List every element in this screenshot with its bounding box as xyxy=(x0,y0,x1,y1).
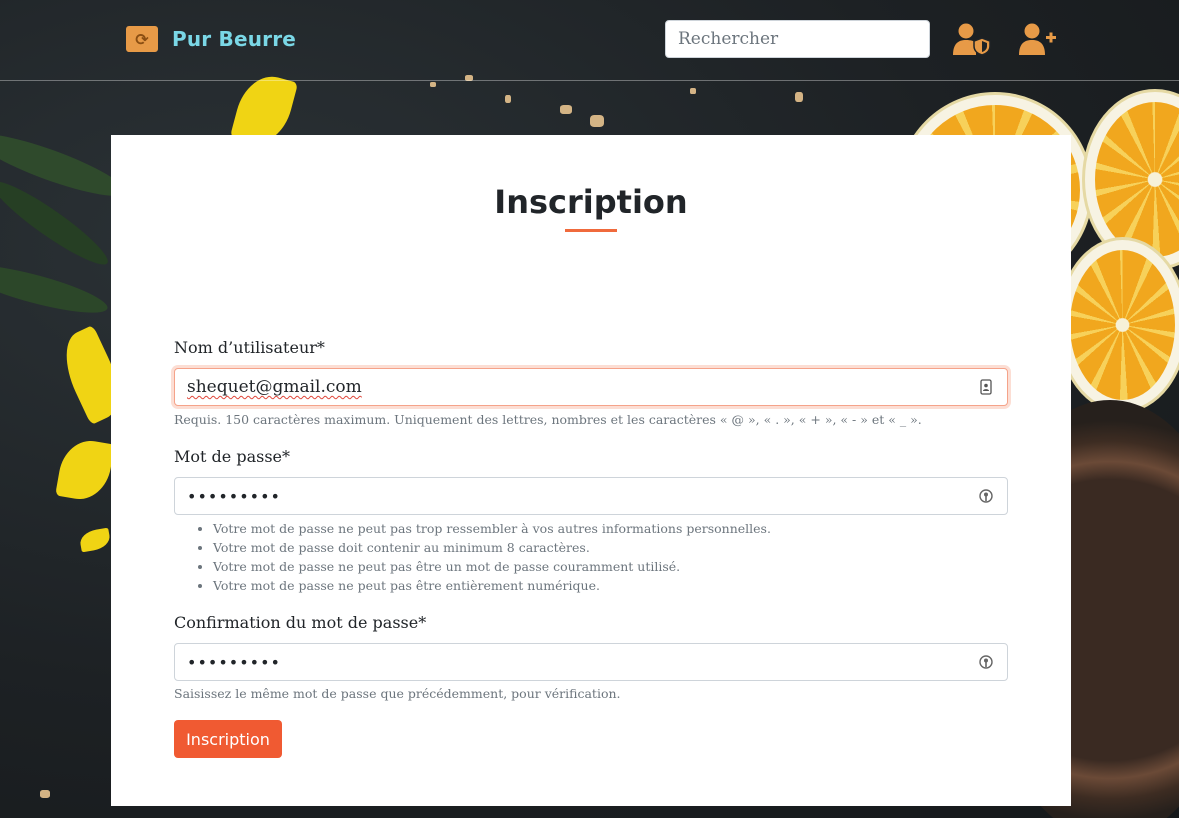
key-icon[interactable] xyxy=(977,487,995,505)
refresh-logo-icon: ⟳ xyxy=(126,26,158,52)
username-help: Requis. 150 caractères maximum. Uniqueme… xyxy=(174,412,922,427)
username-value: shequet@gmail.com xyxy=(187,377,362,397)
search-input[interactable] xyxy=(665,20,930,58)
page-title: Inscription xyxy=(494,183,688,221)
username-label: Nom d’utilisateur* xyxy=(174,338,325,357)
list-item: Votre mot de passe doit contenir au mini… xyxy=(213,538,771,557)
list-item: Votre mot de passe ne peut pas trop ress… xyxy=(213,519,771,538)
list-item: Votre mot de passe ne peut pas être un m… xyxy=(213,557,771,576)
password-help-list: Votre mot de passe ne peut pas trop ress… xyxy=(213,519,771,595)
password-confirm-field[interactable]: ••••••••• xyxy=(174,643,1008,681)
password-confirm-label: Confirmation du mot de passe* xyxy=(174,613,427,632)
password-confirm-value: ••••••••• xyxy=(187,652,281,672)
signup-card: Inscription Nom d’utilisateur* shequet@g… xyxy=(111,135,1071,806)
brand-name: Pur Beurre xyxy=(172,27,297,51)
navbar: ⟳ Pur Beurre xyxy=(0,0,1179,81)
username-field[interactable]: shequet@gmail.com xyxy=(174,368,1008,406)
contact-card-icon[interactable] xyxy=(977,378,995,396)
password-label: Mot de passe* xyxy=(174,447,290,466)
title-underline xyxy=(565,229,617,232)
key-icon[interactable] xyxy=(977,653,995,671)
list-item: Votre mot de passe ne peut pas être enti… xyxy=(213,576,771,595)
signup-submit-button[interactable]: Inscription xyxy=(174,720,282,758)
user-plus-icon[interactable] xyxy=(1018,22,1058,56)
user-shield-icon[interactable] xyxy=(952,22,992,56)
password-field[interactable]: ••••••••• xyxy=(174,477,1008,515)
password-confirm-help: Saisissez le même mot de passe que précé… xyxy=(174,686,621,701)
brand-link[interactable]: ⟳ Pur Beurre xyxy=(126,26,296,52)
password-value: ••••••••• xyxy=(187,486,281,506)
